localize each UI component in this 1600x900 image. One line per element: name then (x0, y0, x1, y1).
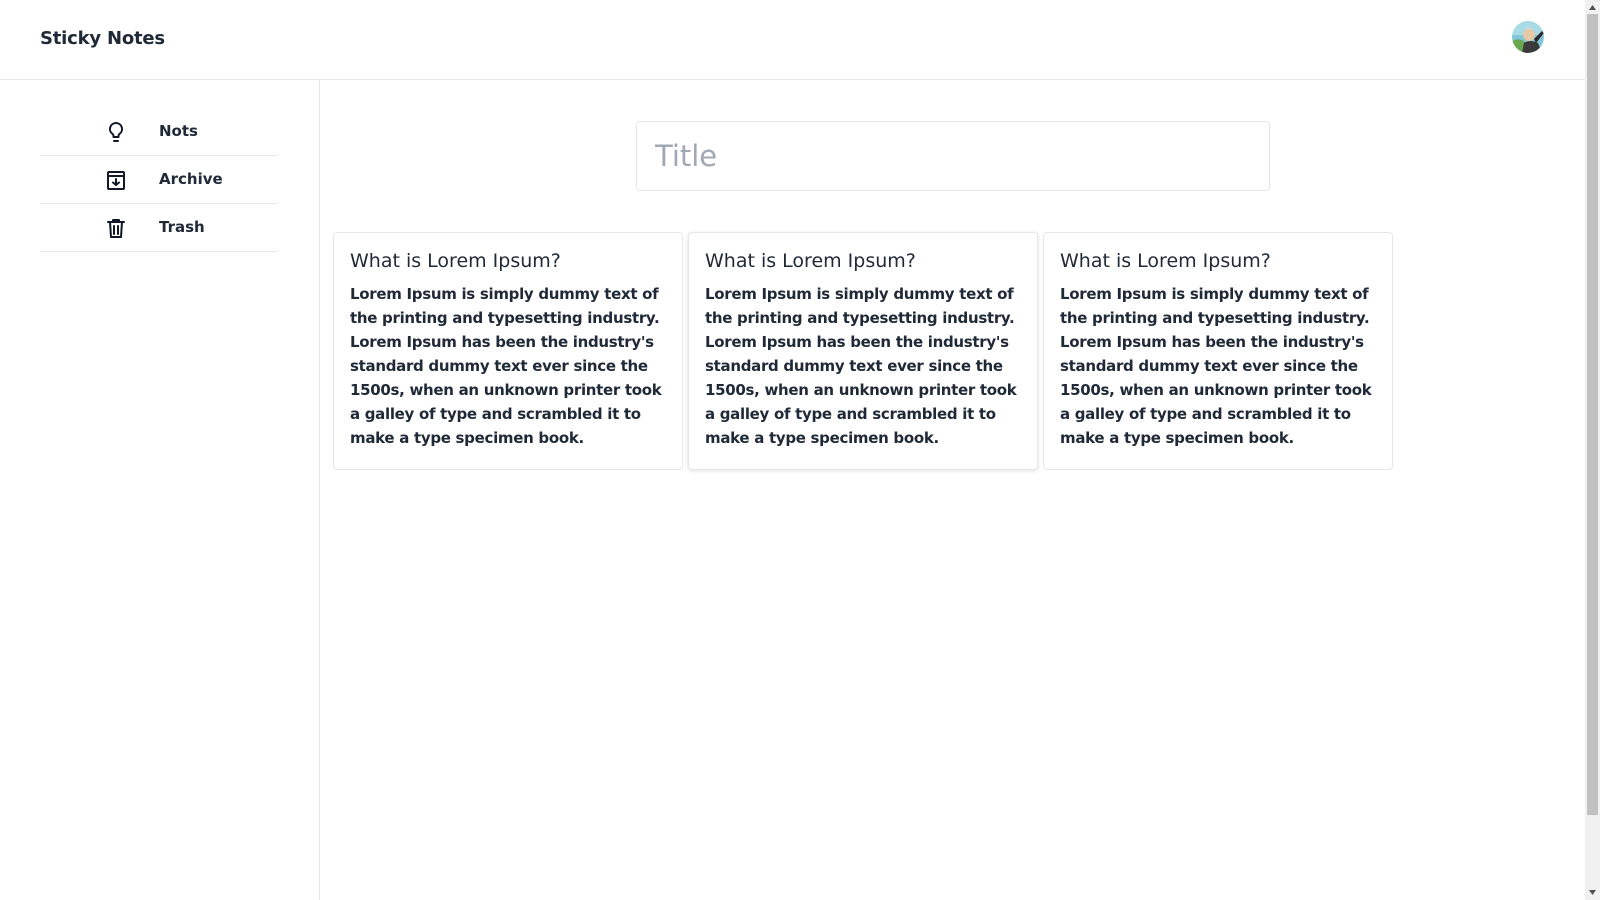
sidebar-item-label: Archive (159, 170, 223, 188)
trash-icon (104, 216, 128, 240)
scroll-up-arrow-icon[interactable] (1588, 3, 1597, 12)
avatar-image (1512, 21, 1544, 53)
sidebar-item-label: Nots (159, 122, 198, 140)
scroll-down-arrow-icon[interactable] (1588, 888, 1597, 897)
note-card[interactable]: What is Lorem Ipsum? Lorem Ipsum is simp… (333, 232, 683, 470)
sidebar-item-label: Trash (159, 218, 205, 236)
sidebar: Nots Archive Trash (0, 80, 320, 900)
note-title: What is Lorem Ipsum? (1060, 250, 1271, 272)
note-body: Lorem Ipsum is simply dummy text of the … (1060, 285, 1372, 447)
note-card[interactable]: What is Lorem Ipsum? Lorem Ipsum is simp… (688, 232, 1038, 470)
vertical-scrollbar[interactable] (1585, 0, 1600, 900)
sidebar-item-archive[interactable]: Archive (40, 156, 278, 204)
note-body: Lorem Ipsum is simply dummy text of the … (350, 285, 662, 447)
archive-icon (104, 168, 128, 192)
note-title-input[interactable] (636, 121, 1270, 191)
sidebar-item-notes[interactable]: Nots (40, 108, 278, 156)
note-title: What is Lorem Ipsum? (705, 250, 916, 272)
note-card[interactable]: What is Lorem Ipsum? Lorem Ipsum is simp… (1043, 232, 1393, 470)
scrollbar-thumb[interactable] (1587, 14, 1598, 815)
note-title: What is Lorem Ipsum? (350, 250, 561, 272)
app-header: Sticky Notes (0, 0, 1585, 80)
user-avatar[interactable] (1512, 21, 1544, 53)
app-title: Sticky Notes (40, 28, 165, 49)
lightbulb-icon (104, 120, 128, 144)
sidebar-item-trash[interactable]: Trash (40, 204, 278, 252)
note-body: Lorem Ipsum is simply dummy text of the … (705, 285, 1017, 447)
